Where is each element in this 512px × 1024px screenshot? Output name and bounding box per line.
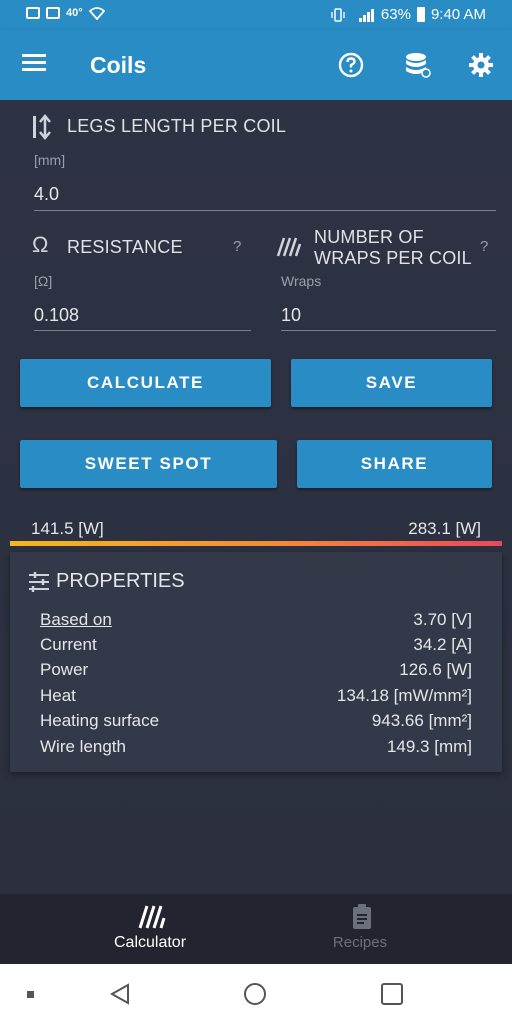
properties-title: PROPERTIES [56, 570, 185, 592]
wraps-underline [281, 330, 496, 331]
legs-length-underline [34, 210, 496, 211]
vibrate-icon [331, 7, 345, 22]
temperature-text: 40° [66, 7, 83, 19]
save-button[interactable]: SAVE [291, 359, 492, 407]
property-value: 3.70 [V] [413, 610, 472, 629]
vertical-arrows-icon [33, 114, 51, 140]
calculator-content: LEGS LENGTH PER COIL [mm] 4.0 Ω RESISTAN… [0, 100, 512, 894]
property-row: Power 126.6 [W] [40, 660, 472, 680]
wraps-label: NUMBER OF WRAPS PER COIL [314, 227, 472, 269]
property-key: Heat [40, 686, 76, 705]
back-icon[interactable] [108, 982, 132, 1006]
range-max-label: 283.1 [W] [408, 519, 481, 538]
wraps-unit: Wraps [281, 273, 322, 289]
property-key: Wire length [40, 737, 126, 756]
property-value: 134.18 [mW/mm²] [336, 686, 472, 705]
property-value: 126.6 [W] [399, 660, 472, 679]
property-value: 34.2 [A] [413, 635, 472, 654]
mail-icon [26, 7, 40, 19]
signal-icon [358, 8, 374, 22]
recent-dot-icon [27, 991, 34, 998]
property-row: Heating surface 943.66 [mm²] [40, 711, 472, 731]
wifi-icon [88, 7, 105, 20]
legs-length-label: LEGS LENGTH PER COIL [67, 116, 287, 136]
coil-icon [138, 905, 166, 929]
share-button[interactable]: SHARE [297, 440, 492, 488]
nav-recipes-label: Recipes [332, 934, 388, 951]
legs-length-unit: [mm] [34, 152, 66, 168]
property-row: Heat 134.18 [mW/mm²] [40, 686, 472, 706]
wraps-input[interactable]: 10 [281, 305, 496, 331]
legs-length-input[interactable]: 4.0 [34, 184, 496, 210]
based-on-link[interactable]: Based on [40, 610, 112, 630]
system-navigation-bar [0, 964, 512, 1024]
help-icon[interactable] [336, 50, 366, 80]
property-value: 943.66 [mm²] [371, 711, 472, 730]
sliders-icon [29, 572, 49, 592]
properties-card: PROPERTIES Based on 3.70 [V] Current 34.… [10, 552, 502, 772]
property-key: Heating surface [40, 711, 160, 730]
resistance-label: RESISTANCE [67, 237, 183, 257]
app-bar: Coils [0, 30, 512, 100]
image-icon [46, 7, 60, 19]
resistance-input[interactable]: 0.108 [34, 305, 251, 331]
wraps-help-icon[interactable]: ? [480, 238, 488, 255]
nav-recipes[interactable]: Recipes [232, 894, 488, 964]
power-range-bar [10, 541, 502, 546]
wraps-label-line1: NUMBER OF [314, 227, 424, 247]
database-icon[interactable] [402, 50, 432, 80]
property-row: Wire length 149.3 [mm] [40, 737, 472, 757]
settings-icon[interactable] [466, 50, 496, 80]
battery-icon [416, 7, 425, 22]
hamburger-menu-icon[interactable] [22, 54, 46, 72]
resistance-underline [34, 330, 251, 331]
bottom-navigation: Calculator Recipes [0, 894, 512, 964]
property-row: Current 34.2 [A] [40, 635, 472, 655]
wraps-label-line2: WRAPS PER COIL [314, 248, 472, 268]
calculate-button[interactable]: CALCULATE [20, 359, 271, 407]
omega-icon: Ω [32, 232, 49, 257]
sweet-spot-button[interactable]: SWEET SPOT [20, 440, 277, 488]
home-icon[interactable] [243, 982, 267, 1006]
page-title: Coils [90, 52, 147, 78]
property-value: 149.3 [mm] [386, 737, 472, 756]
overview-icon[interactable] [380, 982, 404, 1006]
range-min-label: 141.5 [W] [31, 519, 104, 538]
property-row: Based on 3.70 [V] [40, 610, 472, 630]
resistance-help-icon[interactable]: ? [233, 238, 241, 255]
clipboard-icon [353, 904, 371, 929]
status-bar: 40° 63% 9:40 AM [0, 0, 512, 30]
battery-percent: 63% [380, 6, 411, 23]
property-key: Current [40, 635, 97, 654]
resistance-unit: [Ω] [34, 273, 53, 289]
coil-wraps-icon [276, 237, 302, 257]
clock-time: 9:40 AM [430, 6, 486, 23]
property-key: Power [40, 660, 89, 679]
